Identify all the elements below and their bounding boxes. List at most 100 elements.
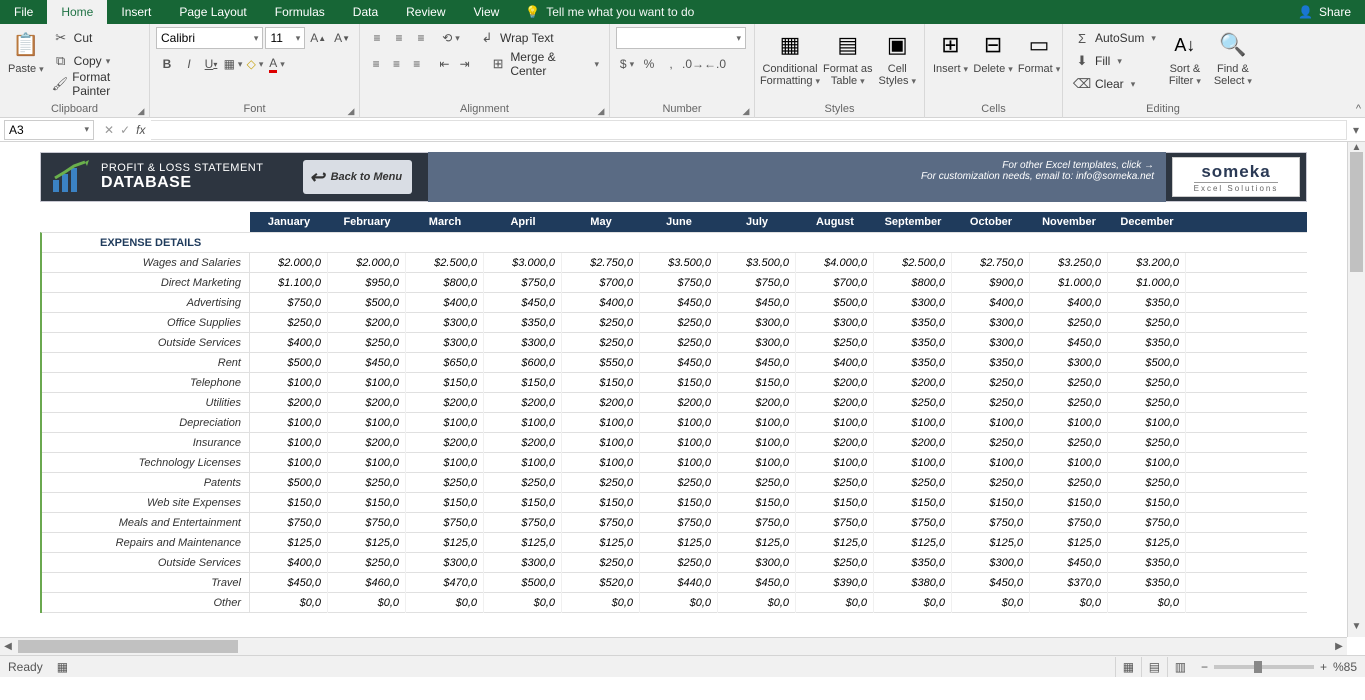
cell-value[interactable]: $250,0 [1108,473,1186,493]
cell-value[interactable]: $100,0 [718,413,796,433]
cell-value[interactable]: $750,0 [718,513,796,533]
scroll-right-icon[interactable]: ▶ [1331,638,1347,655]
cell-value[interactable]: $100,0 [718,433,796,453]
cell-value[interactable]: $750,0 [1030,513,1108,533]
cell-value[interactable]: $200,0 [250,393,328,413]
zoom-slider[interactable] [1214,665,1314,669]
tab-insert[interactable]: Insert [107,0,165,24]
cell-value[interactable]: $750,0 [874,513,952,533]
cell-value[interactable]: $450,0 [718,293,796,313]
cell-value[interactable]: $100,0 [328,373,406,393]
table-row[interactable]: Telephone$100,0$100,0$150,0$150,0$150,0$… [42,373,1307,393]
zoom-thumb[interactable] [1254,661,1262,673]
tellme-search[interactable]: 💡 Tell me what you want to do [513,5,694,19]
cell-value[interactable]: $750,0 [796,513,874,533]
cell-value[interactable]: $200,0 [328,433,406,453]
font-size-combo[interactable]: 11▾ [265,27,305,49]
cell-value[interactable]: $0,0 [484,593,562,613]
cell-value[interactable]: $800,0 [874,273,952,293]
cell-value[interactable]: $300,0 [484,553,562,573]
autosum-button[interactable]: ΣAutoSum [1069,27,1160,49]
cell-value[interactable]: $0,0 [562,593,640,613]
page-layout-view-button[interactable]: ▤ [1141,657,1167,677]
cell-value[interactable]: $700,0 [796,273,874,293]
cell-value[interactable]: $300,0 [484,333,562,353]
table-row[interactable]: Repairs and Maintenance$125,0$125,0$125,… [42,533,1307,553]
scroll-thumb-v[interactable] [1350,152,1363,272]
tab-home[interactable]: Home [47,0,107,24]
copy-button[interactable]: ⧉Copy▾ [48,50,143,72]
cell-value[interactable]: $100,0 [952,413,1030,433]
table-row[interactable]: Wages and Salaries$2.000,0$2.000,0$2.500… [42,253,1307,273]
decrease-font-button[interactable]: A▼ [331,27,353,49]
align-left-button[interactable]: ≡ [366,53,386,75]
cell-value[interactable]: $350,0 [874,553,952,573]
cell-value[interactable]: $1.000,0 [1030,273,1108,293]
tab-page-layout[interactable]: Page Layout [165,0,260,24]
cell-value[interactable]: $2.000,0 [250,253,328,273]
tab-view[interactable]: View [460,0,514,24]
cell-value[interactable]: $100,0 [250,413,328,433]
cell-value[interactable]: $200,0 [328,393,406,413]
cell-value[interactable]: $100,0 [328,413,406,433]
cell-value[interactable]: $300,0 [952,313,1030,333]
tab-formulas[interactable]: Formulas [261,0,339,24]
cell-value[interactable]: $0,0 [796,593,874,613]
cell-value[interactable]: $450,0 [250,573,328,593]
cell-value[interactable]: $150,0 [874,493,952,513]
cell-value[interactable]: $150,0 [1108,493,1186,513]
cell-value[interactable]: $470,0 [406,573,484,593]
wrap-text-button[interactable]: ↲Wrap Text [474,27,558,49]
format-button[interactable]: ▭Format [1016,27,1062,75]
cell-value[interactable]: $350,0 [1108,553,1186,573]
cell-value[interactable]: $250,0 [250,313,328,333]
cell-value[interactable]: $300,0 [718,313,796,333]
cell-value[interactable]: $200,0 [406,433,484,453]
cell-value[interactable]: $250,0 [1030,393,1108,413]
increase-decimal-button[interactable]: .0→ [682,53,704,75]
cell-value[interactable]: $550,0 [562,353,640,373]
name-box[interactable]: A3▾ [4,120,94,140]
cell-value[interactable]: $1.100,0 [250,273,328,293]
cell-value[interactable]: $950,0 [328,273,406,293]
number-format-combo[interactable]: ▾ [616,27,746,49]
cell-value[interactable]: $200,0 [406,393,484,413]
cell-value[interactable]: $100,0 [562,413,640,433]
table-row[interactable]: Other$0,0$0,0$0,0$0,0$0,0$0,0$0,0$0,0$0,… [42,593,1307,613]
table-row[interactable]: Web site Expenses$150,0$150,0$150,0$150,… [42,493,1307,513]
cell-value[interactable]: $300,0 [796,313,874,333]
cell-value[interactable]: $150,0 [796,493,874,513]
find-select-button[interactable]: 🔍Find & Select [1210,27,1256,87]
font-launcher[interactable]: ◢ [345,105,357,117]
align-top-button[interactable]: ≡ [366,27,388,49]
cell-value[interactable]: $750,0 [640,273,718,293]
cell-value[interactable]: $250,0 [1030,433,1108,453]
fill-button[interactable]: ⬇Fill [1069,50,1160,72]
cell-value[interactable]: $650,0 [406,353,484,373]
cell-value[interactable]: $100,0 [250,373,328,393]
cell-value[interactable]: $2.500,0 [874,253,952,273]
table-row[interactable]: Direct Marketing$1.100,0$950,0$800,0$750… [42,273,1307,293]
cell-value[interactable]: $100,0 [718,453,796,473]
cell-value[interactable]: $100,0 [1030,453,1108,473]
decrease-indent-button[interactable]: ⇤ [434,53,454,75]
bold-button[interactable]: B [156,53,178,75]
cell-value[interactable]: $125,0 [484,533,562,553]
tab-data[interactable]: Data [339,0,392,24]
cell-value[interactable]: $500,0 [796,293,874,313]
scroll-down-icon[interactable]: ▼ [1348,621,1365,637]
paste-button[interactable]: 📋 Paste [6,27,46,75]
cell-value[interactable]: $100,0 [796,453,874,473]
cell-value[interactable]: $350,0 [874,313,952,333]
cell-value[interactable]: $125,0 [1108,533,1186,553]
cell-value[interactable]: $3.200,0 [1108,253,1186,273]
cell-value[interactable]: $250,0 [562,553,640,573]
cell-value[interactable]: $750,0 [406,513,484,533]
cell-value[interactable]: $150,0 [640,373,718,393]
cell-value[interactable]: $750,0 [640,513,718,533]
cell-value[interactable]: $2.750,0 [562,253,640,273]
cell-value[interactable]: $100,0 [328,453,406,473]
cell-value[interactable]: $100,0 [250,433,328,453]
table-row[interactable]: Technology Licenses$100,0$100,0$100,0$10… [42,453,1307,473]
cell-value[interactable]: $2.750,0 [952,253,1030,273]
